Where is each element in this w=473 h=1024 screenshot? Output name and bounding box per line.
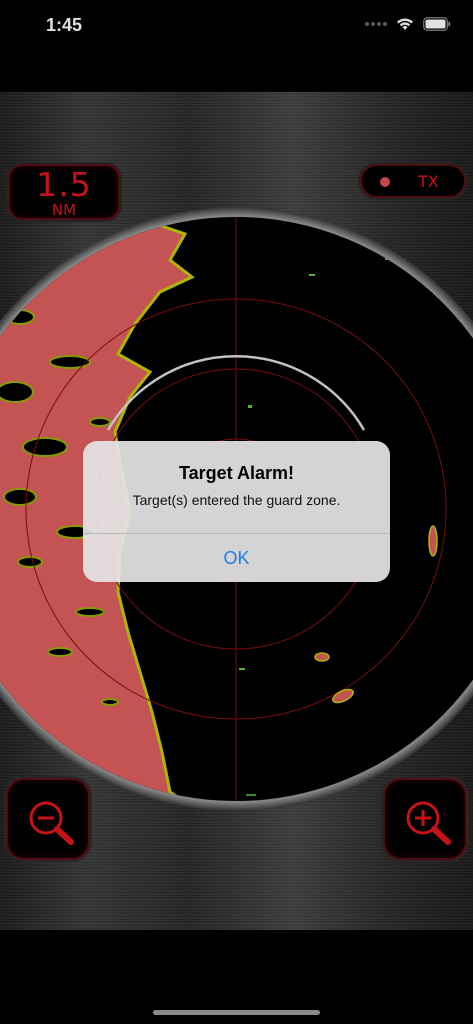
alert-message: Target(s) entered the guard zone. [132, 492, 341, 508]
alert-ok-button[interactable]: OK [83, 534, 390, 582]
target-alarm-dialog: Target Alarm! Target(s) entered the guar… [83, 441, 390, 582]
home-indicator[interactable] [153, 1010, 320, 1015]
alert-title: Target Alarm! [178, 463, 295, 483]
